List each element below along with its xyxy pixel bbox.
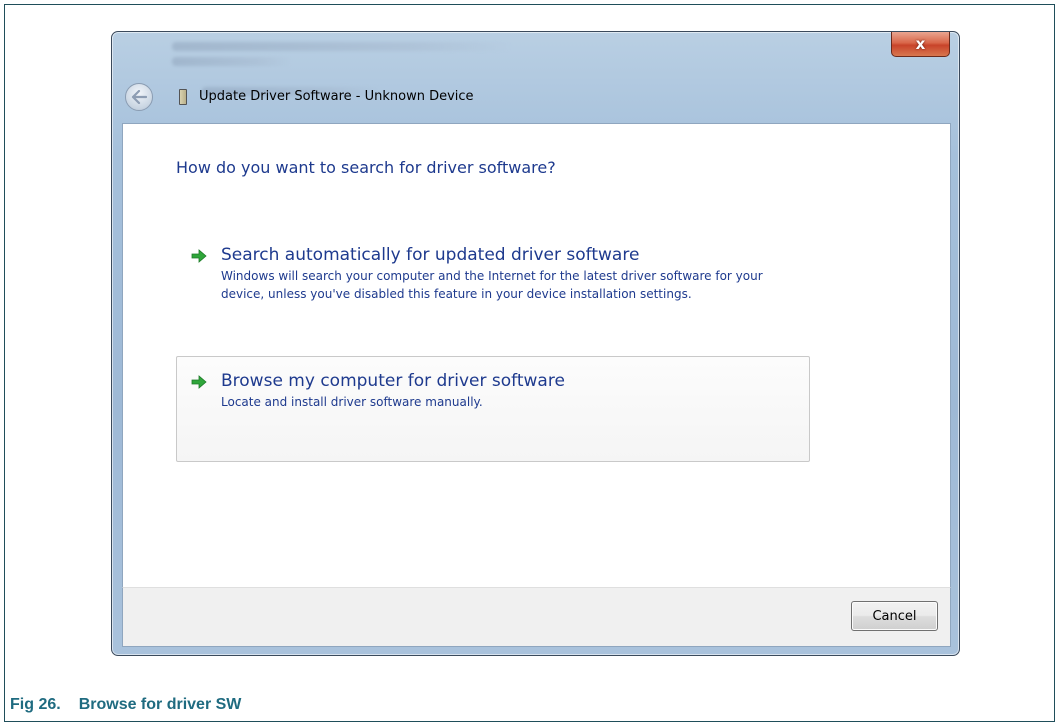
close-button[interactable]: x [891, 32, 950, 57]
background-window-blur [172, 36, 592, 116]
device-icon [179, 89, 187, 105]
browse-computer-option[interactable]: Browse my computer for driver software L… [176, 356, 810, 462]
update-driver-dialog: x Update Driver Software - Unknown Devic… [111, 31, 960, 656]
option-description: Windows will search your computer and th… [221, 269, 763, 301]
green-arrow-icon [191, 249, 207, 263]
option-title: Search automatically for updated driver … [221, 245, 640, 265]
figure-number: Fig 26. [10, 696, 61, 713]
window-title: Update Driver Software - Unknown Device [199, 89, 474, 104]
close-icon: x [915, 35, 926, 53]
green-arrow-icon [191, 375, 207, 389]
back-arrow-icon [131, 90, 147, 104]
dialog-content: How do you want to search for driver sof… [122, 123, 951, 587]
cancel-button[interactable]: Cancel [851, 601, 938, 631]
page-heading: How do you want to search for driver sof… [176, 158, 556, 177]
figure-caption-text: Browse for driver SW [78, 696, 242, 713]
dialog-footer: Cancel [122, 587, 951, 647]
option-title: Browse my computer for driver software [221, 371, 565, 391]
option-description: Locate and install driver software manua… [221, 395, 483, 409]
search-automatically-option[interactable]: Search automatically for updated driver … [176, 230, 810, 330]
figure-caption: Fig 26. Browse for driver SW [10, 696, 241, 714]
back-button[interactable] [125, 83, 153, 111]
